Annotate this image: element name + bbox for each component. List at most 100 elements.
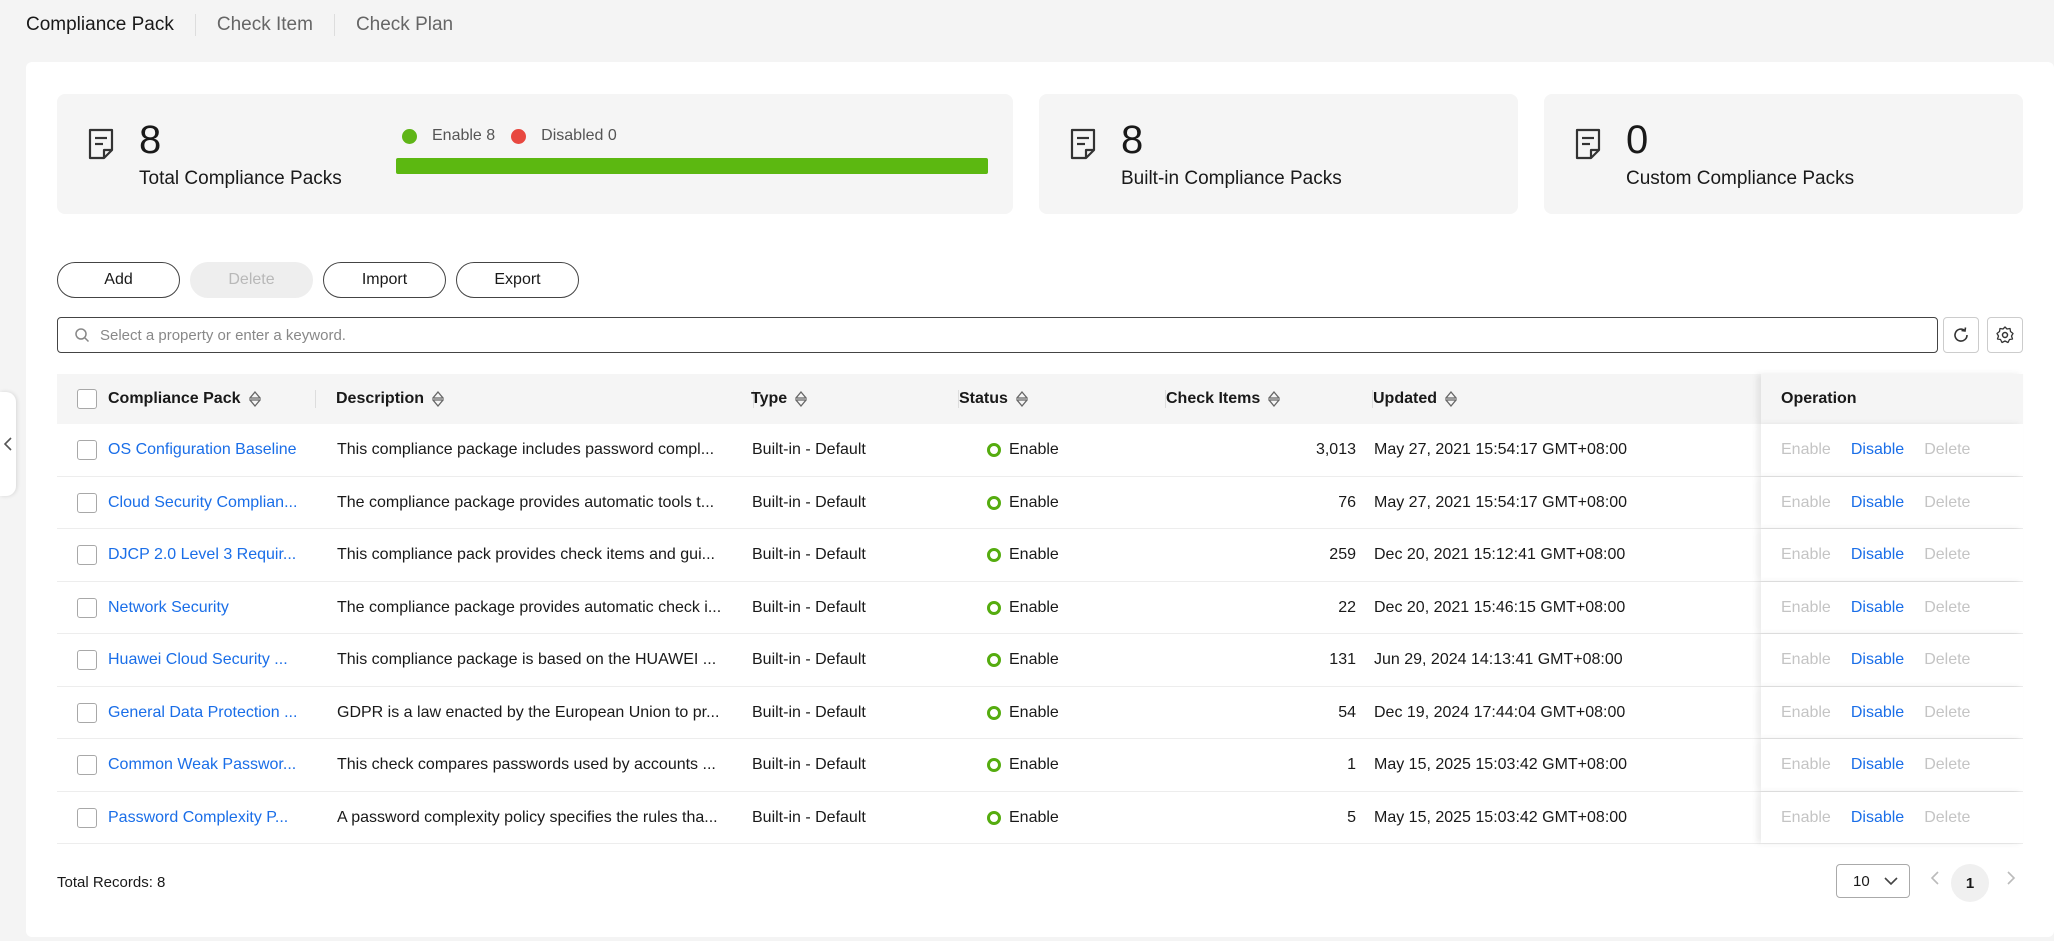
tab-compliance-pack[interactable]: Compliance Pack	[26, 14, 195, 36]
disable-action[interactable]: Disable	[1851, 599, 1904, 617]
document-icon	[88, 128, 114, 160]
pack-name-link[interactable]: General Data Protection ...	[108, 687, 318, 739]
pack-status: Enable	[987, 634, 1157, 686]
status-label: Enable	[1009, 651, 1059, 668]
delete-action[interactable]: Delete	[1924, 756, 1970, 774]
check-items-count: 259	[1329, 546, 1356, 563]
enable-action[interactable]: Enable	[1781, 704, 1831, 722]
row-select-cell	[77, 424, 107, 476]
row-checkbox[interactable]	[77, 650, 97, 670]
pack-name-link[interactable]: Password Complexity P...	[108, 792, 318, 844]
row-checkbox[interactable]	[77, 597, 97, 618]
select-all-checkbox[interactable]	[77, 389, 97, 409]
disable-action[interactable]: Disable	[1851, 809, 1904, 827]
enable-count: Enable 8	[432, 127, 496, 144]
pack-name-link[interactable]: DJCP 2.0 Level 3 Requir...	[108, 529, 318, 581]
check-items-count: 22	[1338, 598, 1356, 616]
pack-type: Built-in - Default	[752, 651, 866, 668]
pack-name-link[interactable]: Common Weak Passwor...	[108, 739, 318, 791]
page-1-button[interactable]: 1	[1951, 864, 1989, 902]
tab-check-item[interactable]: Check Item	[194, 14, 334, 36]
builtin-packs-card: 8 Built-in Compliance Packs	[1039, 94, 1518, 214]
refresh-button[interactable]	[1943, 317, 1979, 353]
header-description[interactable]: Description	[336, 374, 754, 424]
status-label: Enable	[1009, 493, 1059, 511]
enable-action[interactable]: Enable	[1781, 756, 1831, 774]
table-row: Network Security The compliance package …	[57, 581, 2023, 634]
enable-action[interactable]: Enable	[1781, 809, 1831, 827]
pack-name-link[interactable]: Cloud Security Complian...	[108, 477, 318, 529]
enable-action[interactable]: Enable	[1781, 441, 1831, 459]
delete-button[interactable]: Delete	[190, 262, 313, 298]
row-checkbox[interactable]	[77, 492, 97, 513]
builtin-packs-label: Built-in Compliance Packs	[1121, 168, 1342, 189]
updated-time: May 27, 2021 15:54:17 GMT+08:00	[1374, 493, 1628, 511]
delete-action[interactable]: Delete	[1924, 494, 1970, 512]
row-checkbox[interactable]	[77, 545, 97, 565]
export-button[interactable]: Export	[456, 262, 579, 298]
enable-action[interactable]: Enable	[1781, 494, 1831, 512]
header-label: Description	[336, 390, 425, 407]
row-checkbox[interactable]	[77, 807, 97, 828]
collapse-handle[interactable]	[0, 392, 16, 496]
header-check-items[interactable]: Check Items	[1166, 374, 1373, 424]
pack-name-link[interactable]: Network Security	[108, 582, 318, 634]
header-type[interactable]: Type	[751, 374, 959, 424]
settings-button[interactable]	[1987, 317, 2023, 353]
status-label: Enable	[1009, 441, 1059, 458]
pack-type: Built-in - Default	[752, 493, 866, 511]
status-ok-icon	[987, 705, 1001, 720]
disable-action[interactable]: Disable	[1851, 756, 1904, 774]
operation-cell: Enable Disable Delete	[1761, 791, 2023, 843]
table-row: Huawei Cloud Security ... This complianc…	[57, 634, 2023, 687]
import-button[interactable]: Import	[323, 262, 446, 298]
pack-description: This compliance pack provides check item…	[337, 546, 715, 563]
check-items-count: 76	[1338, 493, 1356, 511]
delete-action[interactable]: Delete	[1924, 546, 1970, 564]
refresh-icon	[1954, 327, 1968, 342]
search-icon	[75, 328, 90, 343]
disable-action[interactable]: Disable	[1851, 704, 1904, 722]
delete-action[interactable]: Delete	[1924, 704, 1970, 722]
status-ok-icon	[987, 443, 1001, 457]
row-checkbox[interactable]	[77, 440, 97, 460]
header-status[interactable]: Status	[959, 374, 1166, 424]
row-checkbox[interactable]	[77, 755, 97, 775]
pack-status: Enable	[987, 424, 1157, 476]
enable-action[interactable]: Enable	[1781, 599, 1831, 617]
total-packs-label: Total Compliance Packs	[139, 168, 342, 189]
pack-type: Built-in - Default	[752, 598, 866, 616]
operation-cell: Enable Disable Delete	[1761, 634, 2023, 686]
document-icon	[1575, 128, 1601, 160]
delete-action[interactable]: Delete	[1924, 441, 1970, 459]
add-button[interactable]: Add	[57, 262, 180, 298]
disable-action[interactable]: Disable	[1851, 651, 1904, 669]
pack-name-link[interactable]: Huawei Cloud Security ...	[108, 634, 318, 686]
prev-page-button[interactable]	[1930, 870, 1940, 891]
header-compliance-pack[interactable]: Compliance Pack	[108, 374, 316, 424]
chevron-right-icon	[2007, 871, 2016, 885]
row-checkbox[interactable]	[77, 702, 97, 723]
updated-time: Dec 20, 2021 15:12:41 GMT+08:00	[1374, 546, 1626, 563]
pack-type: Built-in - Default	[752, 441, 866, 458]
custom-packs-label: Custom Compliance Packs	[1626, 168, 1855, 189]
enable-action[interactable]: Enable	[1781, 651, 1831, 669]
header-updated[interactable]: Updated	[1373, 374, 1673, 424]
disable-action[interactable]: Disable	[1851, 494, 1904, 512]
check-items-count: 1	[1347, 756, 1356, 773]
status-label: Enable	[1009, 546, 1059, 563]
delete-action[interactable]: Delete	[1924, 651, 1970, 669]
pack-description: This compliance package includes passwor…	[337, 441, 715, 458]
search-input[interactable]: Select a property or enter a keyword.	[57, 317, 1938, 353]
next-page-button[interactable]	[2006, 870, 2016, 891]
disable-action[interactable]: Disable	[1851, 441, 1904, 459]
delete-action[interactable]: Delete	[1924, 599, 1970, 617]
disable-action[interactable]: Disable	[1851, 546, 1904, 564]
enable-action[interactable]: Enable	[1781, 546, 1831, 564]
operation-cell: Enable Disable Delete	[1761, 529, 2023, 581]
pack-name-link[interactable]: OS Configuration Baseline	[108, 424, 318, 476]
page-size-select[interactable]: 10	[1836, 864, 1910, 898]
delete-action[interactable]: Delete	[1924, 809, 1970, 827]
tab-check-plan[interactable]: Check Plan	[333, 14, 474, 36]
updated-time: May 15, 2025 15:03:42 GMT+08:00	[1374, 808, 1628, 826]
